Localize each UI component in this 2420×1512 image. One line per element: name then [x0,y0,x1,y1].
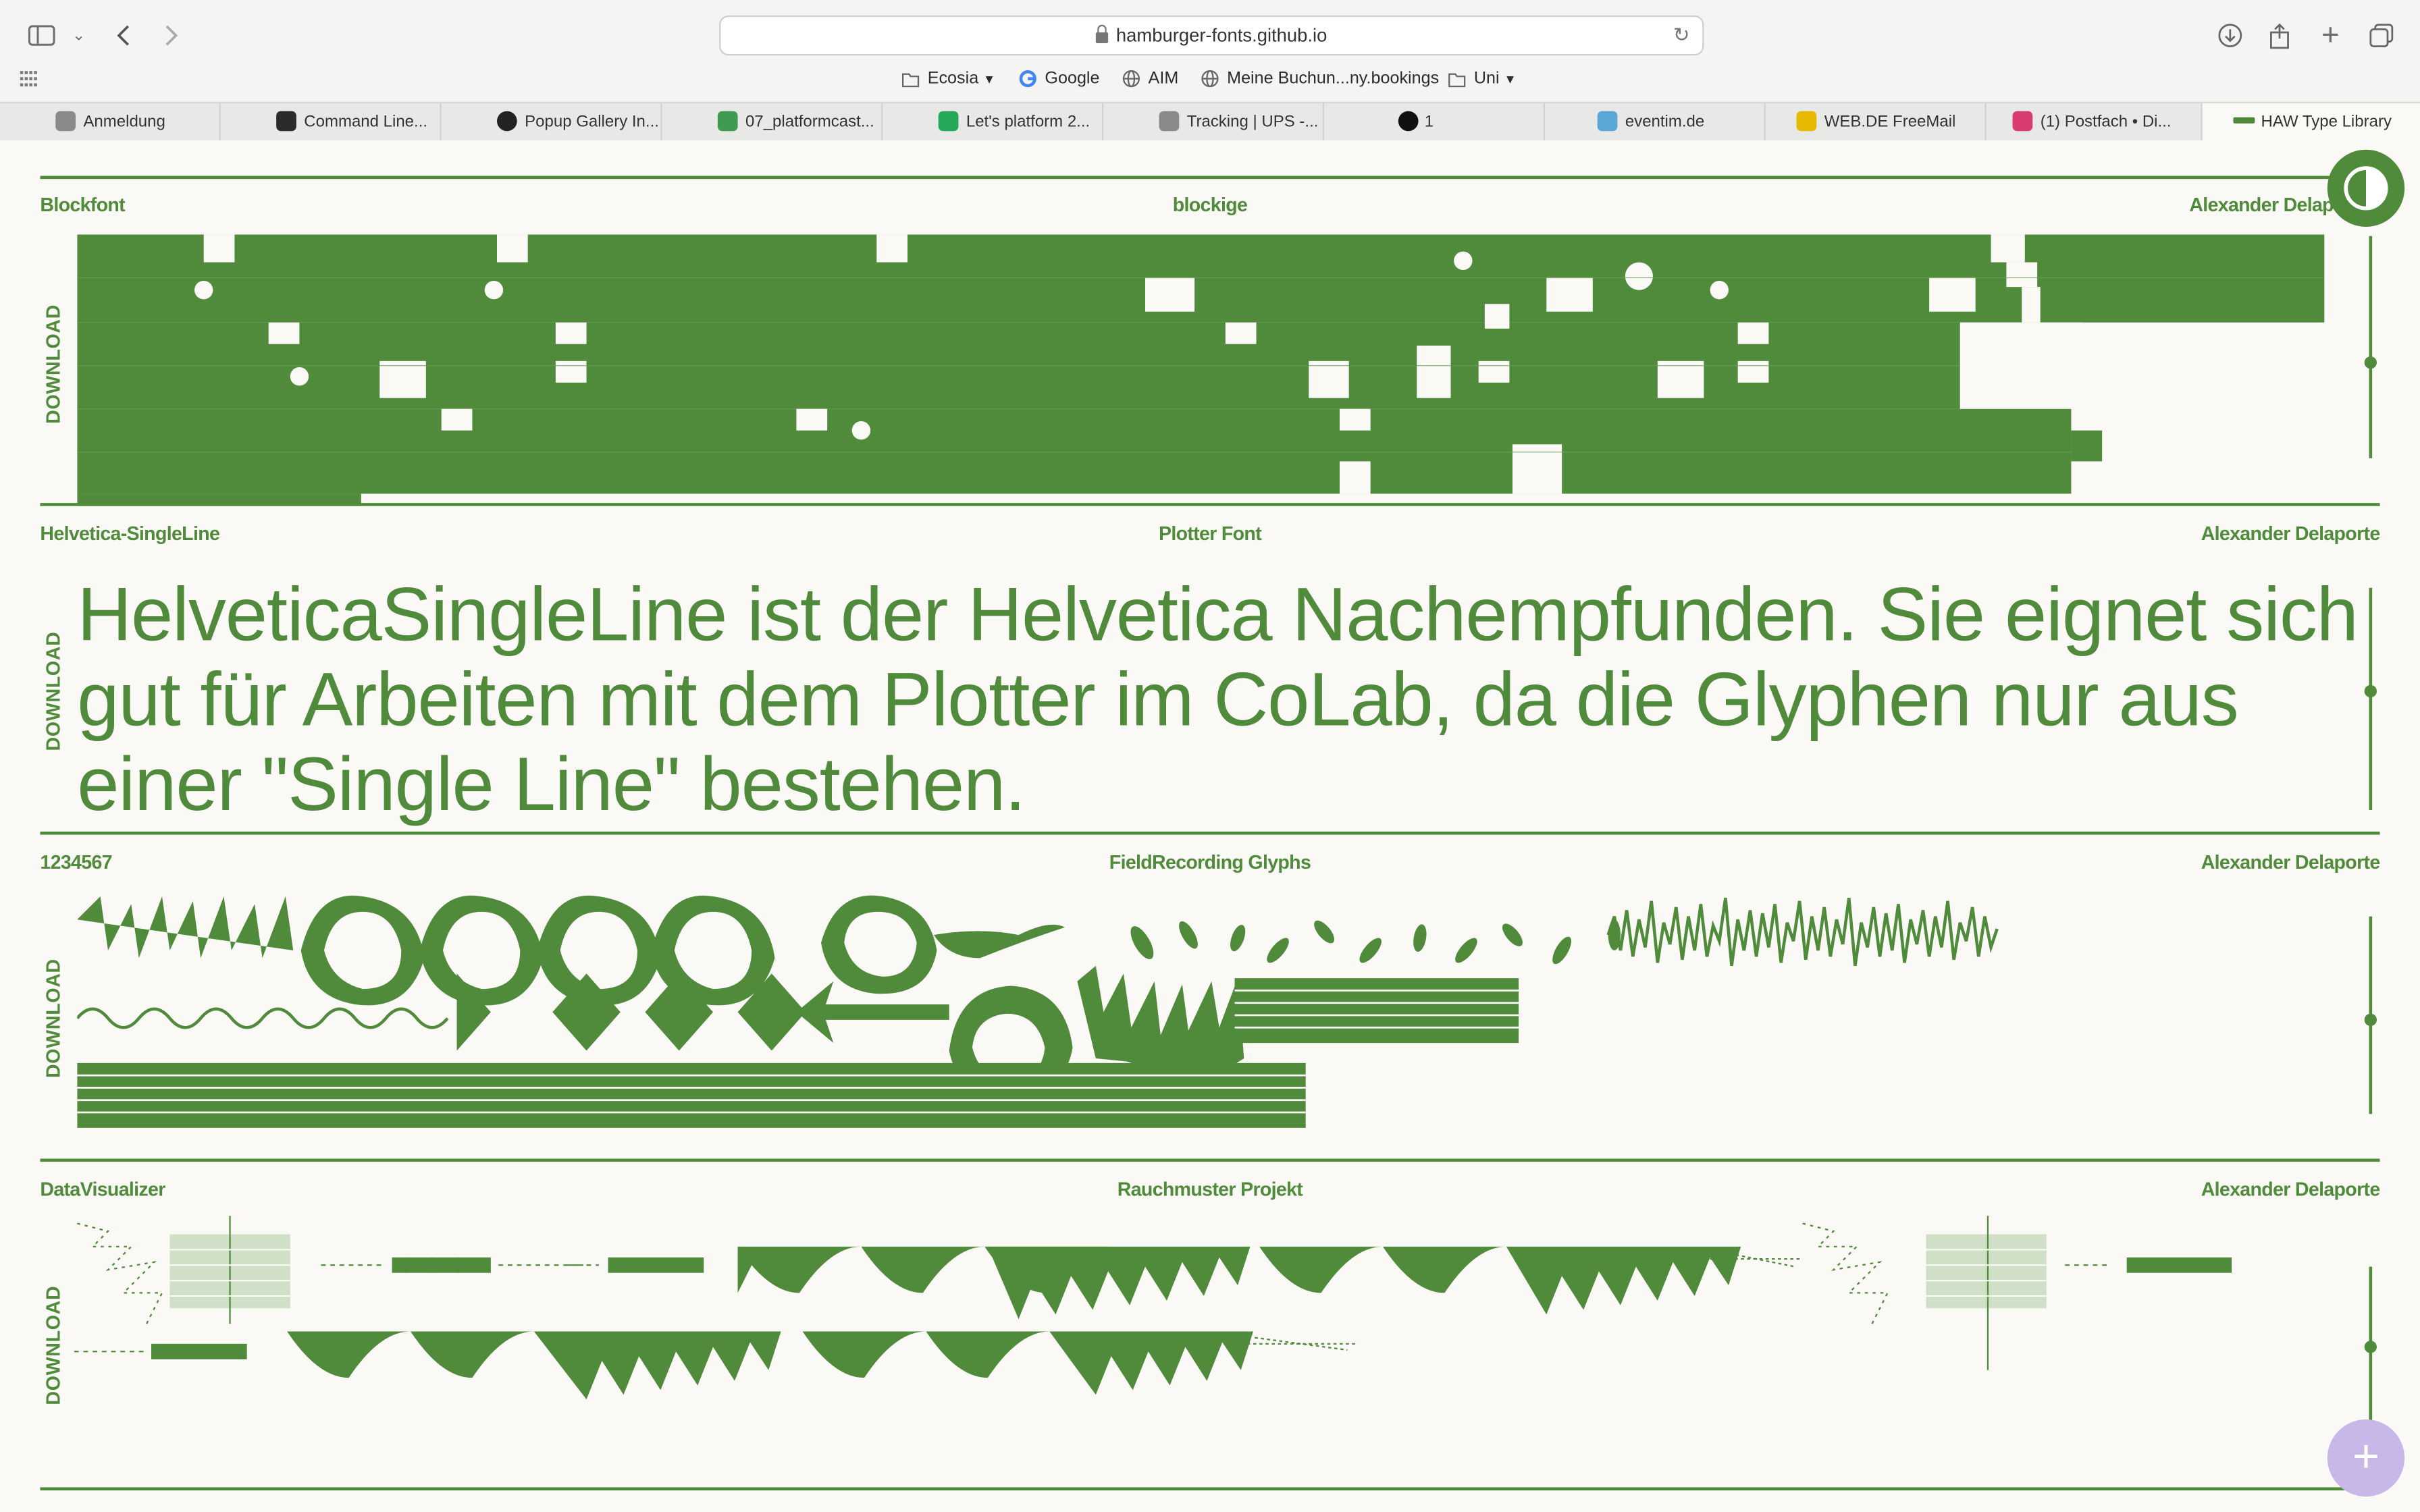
divider [40,1487,2380,1490]
tab-anmeldung[interactable]: Anmeldung [0,103,221,140]
tab-haw-type-library[interactable]: HAW Type Library [2202,103,2420,140]
google-icon [1019,70,1036,88]
tab-pinterest[interactable]: 1 [1324,103,1545,140]
font-name: DataVisualizer [40,1179,165,1201]
font-tagline: Rauchmuster Projekt [1117,1179,1303,1201]
favicon-icon [496,111,517,132]
bookmark-aim[interactable]: AIM [1122,65,1179,92]
divider [40,503,2380,506]
back-icon[interactable] [107,18,140,52]
font-name: 1234567 [40,851,112,873]
download-button[interactable]: DOWNLOAD [40,896,68,1140]
tab-lets-platform[interactable]: Let's platform 2... [883,103,1104,140]
haw-logo-icon [2233,117,2255,124]
forward-icon[interactable] [155,18,188,52]
font-sample-text[interactable]: HelveticaSingleLine ist der Helvetica Na… [77,574,2377,828]
fieldrecording-preview [77,895,1999,1128]
apps-grid-icon[interactable] [12,61,46,95]
bookmark-label: Ecosia [927,69,979,88]
theme-toggle-button[interactable] [2327,149,2405,227]
font-tagline: FieldRecording Glyphs [1109,851,1311,873]
favicon-icon [276,111,296,132]
bookmark-uni[interactable]: Uni ▼ [1448,65,1517,92]
plus-icon: + [2352,1432,2380,1483]
font-name: Blockfont [40,194,125,216]
tab-instagram[interactable]: (1) Postfach • Di... [1987,103,2203,140]
divider [40,176,2380,180]
bookmark-bookings[interactable]: Meine Buchun...ny.bookings [1201,65,1439,92]
drive-icon [717,111,738,132]
page-content: Blockfont blockige Alexander Delap DOWNL… [0,140,2420,1512]
tab-bar: Anmeldung Command Line... Popup Gallery … [0,101,2420,142]
blockfont-preview [77,234,2325,506]
add-button[interactable]: + [2327,1419,2405,1497]
instagram-icon [2012,111,2033,132]
pinterest-icon [1398,111,1419,132]
download-button[interactable]: DOWNLOAD [40,234,68,493]
favicon-icon [1159,111,1180,132]
tab-webde[interactable]: WEB.DE FreeMail [1766,103,1987,140]
bookmark-label: Uni [1473,69,1500,88]
bookmark-google[interactable]: Google [1019,65,1100,92]
datavisualizer-preview [74,1216,2232,1400]
browser-toolbar: ⌄ hamburger-fonts.github.io ↻ + Ecosia ▼ [0,0,2420,102]
font-author: Alexander Delaporte [2201,1179,2381,1201]
tab-eventim[interactable]: eventim.de [1545,103,1766,140]
font-author: Alexander Delaporte [2201,522,2381,545]
sheets-icon [938,111,959,132]
size-slider[interactable] [2364,587,2377,810]
favicon-icon [1597,111,1618,132]
download-icon[interactable] [2213,18,2247,52]
contrast-icon [2344,166,2388,211]
divider [40,831,2380,835]
tab-overview-icon[interactable] [2365,18,2398,52]
new-tab-icon[interactable]: + [2313,18,2347,52]
bookmark-label: Meine Buchun...ny.bookings [1227,69,1440,88]
globe-icon [1122,70,1140,88]
size-slider[interactable] [2364,236,2377,458]
url-text: hamburger-fonts.github.io [1115,24,1327,47]
address-bar[interactable]: hamburger-fonts.github.io ↻ [719,15,1704,56]
download-button[interactable]: DOWNLOAD [40,569,68,813]
globe-icon [1201,70,1219,88]
tab-tracking-ups[interactable]: Tracking | UPS -... [1103,103,1325,140]
font-tagline: blockige [1172,194,1248,216]
bookmark-label: Google [1045,69,1100,88]
tab-command-line[interactable]: Command Line... [221,103,442,140]
size-slider[interactable] [2364,916,2377,1114]
webde-icon [1796,111,1817,132]
reload-icon[interactable]: ↻ [1673,23,1690,48]
slider-knob[interactable] [2364,1013,2377,1026]
slider-knob[interactable] [2364,1341,2377,1353]
bookmark-ecosia[interactable]: Ecosia ▼ [901,65,995,92]
font-tagline: Plotter Font [1158,522,1262,545]
font-name: Helvetica-SingleLine [40,522,220,545]
folder-icon [1448,73,1466,88]
favicon-icon [55,111,76,132]
chevron-down-icon[interactable]: ⌄ [61,18,95,52]
slider-knob[interactable] [2364,356,2377,369]
download-button[interactable]: DOWNLOAD [40,1224,68,1467]
divider [40,1158,2380,1162]
folder-icon [901,73,920,88]
lock-icon [1096,24,1109,43]
share-icon[interactable] [2263,18,2296,52]
font-author: Alexander Delaporte [2201,851,2381,873]
sidebar-icon[interactable] [25,18,59,52]
chevron-down-icon: ▼ [983,72,996,86]
tab-platformcast[interactable]: 07_platformcast... [662,103,883,140]
chevron-down-icon: ▼ [1504,72,1517,86]
bookmark-label: AIM [1148,69,1179,88]
font-author: Alexander Delap [2189,194,2334,216]
tab-popup-gallery[interactable]: Popup Gallery In... [442,103,662,140]
slider-knob[interactable] [2364,684,2377,698]
